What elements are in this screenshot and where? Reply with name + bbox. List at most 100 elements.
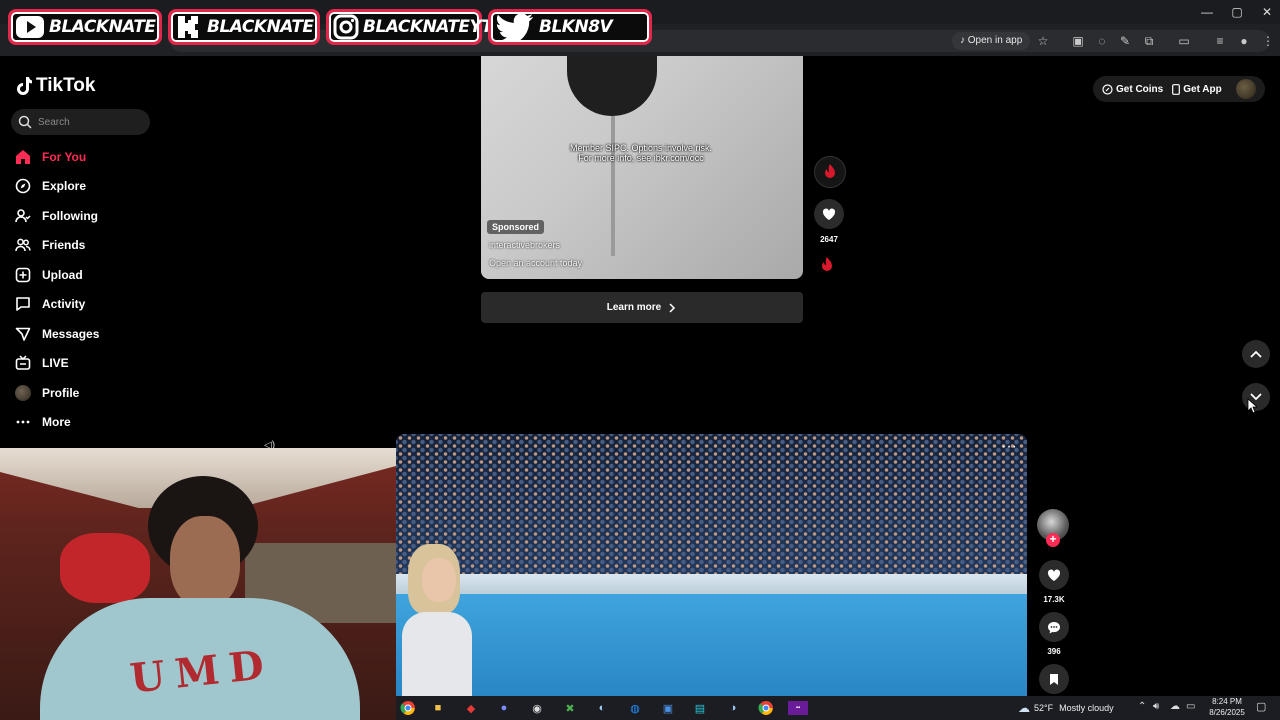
ad-disclaimer: Member SIPC. Options involve risk. For m… [569,143,713,163]
nav-explore[interactable]: Explore [14,175,86,197]
compass-icon [14,177,32,195]
brand-logo-icon[interactable] [820,256,838,276]
webcam-detail [170,516,240,608]
search-placeholder: Search [38,116,70,128]
nav-label: Profile [42,386,80,400]
edge-icon[interactable]: ◍ [625,698,645,718]
sidebar-icon[interactable]: ▭ [1176,33,1192,49]
weather-widget[interactable]: ☁ 52°F Mostly cloudy [1018,700,1114,716]
nav-label: Upload [42,268,83,282]
app-icon[interactable]: ▤ [690,698,710,718]
nav-activity[interactable]: Activity [14,293,85,315]
nav-label: Friends [42,238,86,252]
advertiser-avatar[interactable] [814,156,846,188]
instagram-badge: BLACKNATEYT [326,9,493,45]
video-frame-detail [396,594,1027,696]
nav-friends[interactable]: Friends [14,234,85,256]
nav-more[interactable]: More [14,411,71,433]
nav-profile[interactable]: Profile [14,382,79,404]
video-frame-detail [611,116,615,256]
ad-caption: Open an account today [489,258,583,268]
media-icon[interactable]: ≡ [1212,33,1228,49]
nav-label: Activity [42,297,86,311]
tray-chevron-icon[interactable]: ⌃ [1138,701,1146,712]
chrome-taskbar-icon[interactable] [398,698,418,718]
twitter-handle: BLKN8V [539,17,613,37]
video-options-icon[interactable]: ··· [1000,439,1018,455]
notifications-icon[interactable]: ▢ [1256,700,1266,713]
nav-label: For You [42,150,87,164]
maximize-button[interactable]: ▢ [1226,4,1248,20]
nav-label: Following [42,209,98,223]
close-window-button[interactable]: ✕ [1256,4,1278,20]
previous-video-button[interactable] [1242,340,1270,368]
coin-icon [1102,83,1113,95]
ad-like-button[interactable] [814,199,844,229]
tiktok-small-icon: ♪ [960,35,968,46]
kick-handle: BLACKNATE [207,17,314,37]
network-icon[interactable]: ☁ [1170,701,1180,712]
nav-for-you[interactable]: For You [14,146,86,168]
minimize-button[interactable]: — [1196,4,1218,20]
video-frame-detail [396,434,1027,584]
bookmark-icon [1050,673,1058,685]
folder-icon[interactable]: ■ [428,698,448,718]
cloud-icon: ☁ [1018,701,1030,715]
feed-video[interactable] [396,434,1027,696]
nav-following[interactable]: Following [14,205,98,227]
tiktok-note-icon [17,77,32,95]
extension-icon[interactable]: ✎ [1117,33,1133,49]
tiktok-wordmark: TikTok [36,75,96,96]
ad-handle[interactable]: interactivebrokers [489,240,560,250]
comment-button[interactable] [1039,612,1069,642]
video-frame-detail [422,558,456,602]
user-avatar[interactable] [1236,79,1256,99]
xbox-icon[interactable]: ✖ [560,698,580,718]
clock[interactable]: 8:24 PM 8/26/2025 [1202,696,1252,720]
nav-upload[interactable]: Upload [14,264,83,286]
like-button[interactable] [1039,560,1069,590]
youtube-icon [15,14,45,40]
video-frame-detail [402,612,472,696]
sponsored-badge: Sponsored [487,220,545,234]
app-icon[interactable]: ▪▪ [788,701,808,715]
battery-icon[interactable]: ▭ [1186,701,1195,712]
activity-icon [14,295,32,313]
chrome-taskbar-icon[interactable] [756,698,776,718]
search-input[interactable]: Search [11,109,150,135]
obs-icon[interactable]: ◉ [527,698,547,718]
kebab-menu-icon[interactable]: ⋮ [1260,33,1276,49]
nav-live[interactable]: LIVE [14,352,69,374]
app-icon[interactable]: ● [494,698,514,718]
kick-badge: BLACKNATE [168,9,320,45]
friends-icon [14,236,32,254]
nav-messages[interactable]: Messages [14,323,99,345]
get-app-button[interactable]: Get App [1172,84,1222,95]
tiktok-logo[interactable]: TikTok [16,74,95,98]
app-icon[interactable]: ▣ [658,698,678,718]
steam-icon[interactable]: ◐ [592,698,612,718]
open-in-app-button[interactable]: ♪ Open in app [952,32,1031,50]
youtube-badge: BLACKNATE [8,9,162,45]
extension-icon[interactable]: ▣ [1070,33,1086,49]
search-icon [18,115,32,129]
bookmark-star-icon[interactable]: ☆ [1035,33,1051,49]
follow-plus-icon[interactable]: + [1046,533,1060,547]
volume-tray-icon[interactable]: 🔊︎ [1153,701,1159,712]
get-coins-button[interactable]: Get Coins [1102,84,1163,95]
home-icon [14,148,32,166]
extension-icon[interactable]: ◌ [1094,33,1110,49]
kick-icon [175,14,203,40]
steam-icon[interactable]: ◑ [723,698,743,718]
nav-label: LIVE [42,356,69,370]
heart-icon [822,208,836,220]
twitter-badge: BLKN8V [488,9,652,45]
chevron-up-icon [1250,350,1262,358]
messages-icon [14,325,32,343]
profile-icon[interactable]: ● [1236,33,1252,49]
bookmark-button[interactable] [1039,664,1069,694]
learn-more-button[interactable]: Learn more [481,292,803,323]
extensions-puzzle-icon[interactable]: ⧉ [1141,33,1157,49]
mouse-cursor-icon [1247,398,1257,414]
app-icon[interactable]: ◆ [461,698,481,718]
